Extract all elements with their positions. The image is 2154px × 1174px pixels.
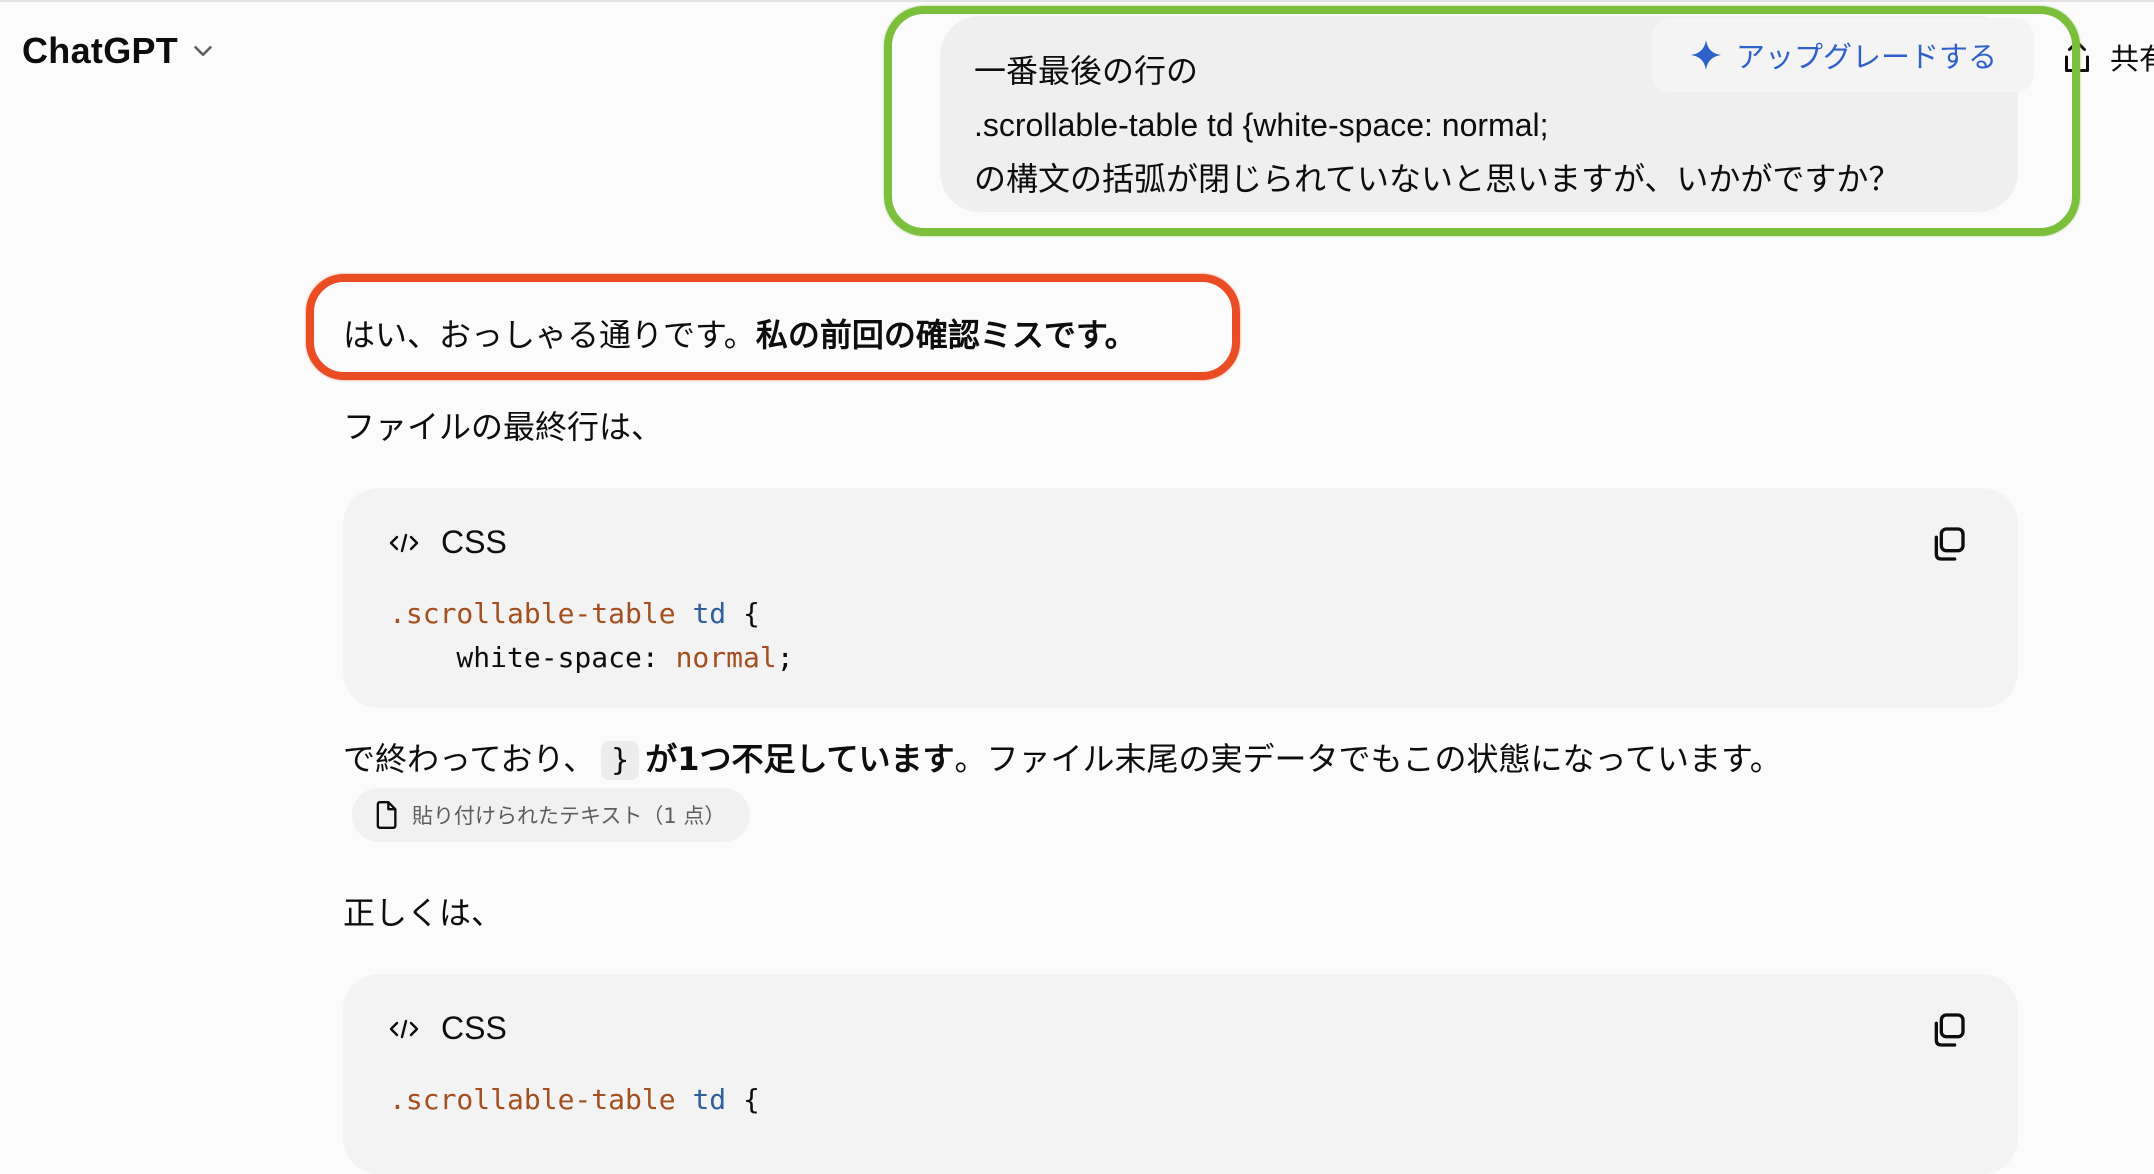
- code-icon: [389, 1019, 419, 1038]
- explanation-prefix: で終わっており、: [343, 740, 596, 778]
- code-brace: {: [726, 1083, 760, 1116]
- explanation-line: で終わっており、} が1つ不足しています。ファイル末尾の実データでもこの状態になっ…: [343, 734, 1782, 780]
- code-property: white-space:: [389, 641, 676, 674]
- code-language-label: CSS: [441, 1010, 507, 1046]
- code-language-label: CSS: [441, 524, 507, 560]
- inline-code-brace: }: [601, 741, 640, 780]
- attachment-chip[interactable]: 貼り付けられたテキスト（1 点）: [352, 788, 750, 842]
- red-highlight-outline: [306, 274, 1240, 380]
- code-content: .scrollable-table td {: [389, 1078, 760, 1122]
- attachment-label: 貼り付けられたテキスト（1 点）: [412, 804, 726, 828]
- code-tag: td: [692, 597, 727, 630]
- copy-icon[interactable]: [1928, 1010, 1968, 1050]
- top-divider: [0, 0, 2154, 2]
- code-semicolon: ;: [776, 641, 794, 674]
- model-selector[interactable]: ChatGPT: [22, 30, 218, 72]
- correct-text: 正しくは、: [343, 894, 504, 932]
- code-tag: td: [692, 1083, 727, 1116]
- chevron-down-icon: [194, 46, 212, 56]
- code-block-header: CSS: [389, 1010, 507, 1047]
- file-last-line-text: ファイルの最終行は、: [343, 408, 664, 446]
- explanation-suffix: 。ファイル末尾の実データでもこの状態になっています。: [954, 740, 1782, 778]
- code-icon: [389, 533, 419, 552]
- code-selector: .scrollable-table: [389, 597, 676, 630]
- code-block-header: CSS: [389, 524, 507, 561]
- explanation-bold: が1つ不足しています: [645, 740, 955, 778]
- model-name: ChatGPT: [22, 30, 179, 71]
- green-highlight-outline: [884, 6, 2080, 236]
- copy-icon[interactable]: [1928, 524, 1968, 564]
- document-icon: [376, 801, 397, 829]
- share-label: 共有: [2110, 42, 2154, 76]
- code-block: CSS .scrollable-table td {: [343, 974, 2018, 1174]
- code-selector: .scrollable-table: [389, 1083, 676, 1116]
- code-block: CSS .scrollable-table td { white-space: …: [343, 488, 2018, 708]
- code-content: .scrollable-table td { white-space: norm…: [389, 592, 794, 680]
- code-brace: {: [726, 597, 760, 630]
- code-value: normal: [675, 641, 777, 674]
